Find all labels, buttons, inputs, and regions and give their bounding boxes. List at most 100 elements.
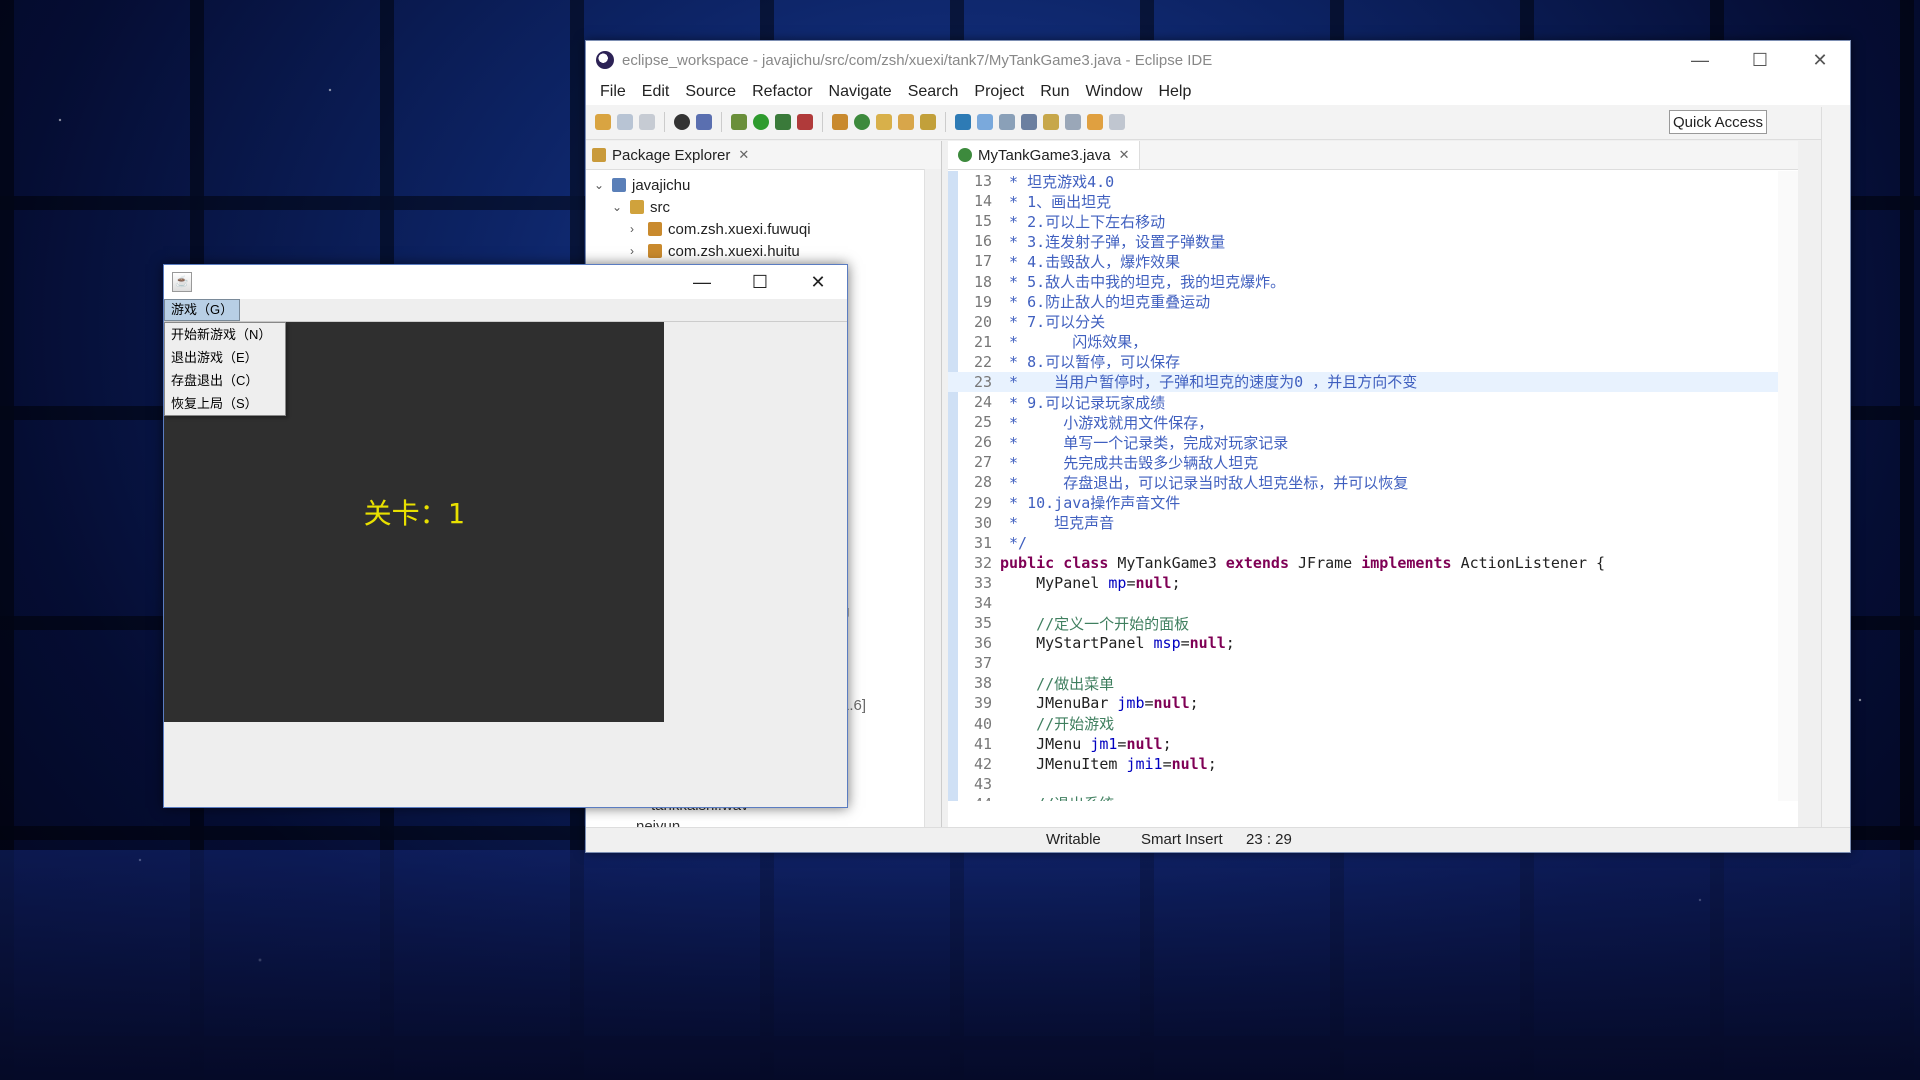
game-menu-item[interactable]: 恢复上局（S） (165, 392, 285, 415)
previous-annotation-icon[interactable] (1043, 114, 1059, 130)
code-line: 24 * 9.可以记录玩家成绩 (948, 392, 1778, 412)
minimize-button[interactable]: — (1670, 41, 1730, 79)
menu-file[interactable]: File (592, 83, 634, 101)
tank-game-window: ☕ — ☐ ✕ 游戏（G） 关卡：1 开始新游戏（N） 退出游戏（E） 存盘退出（C… (163, 264, 848, 808)
search-icon[interactable] (920, 114, 936, 130)
tree-item-label: javajichu (632, 176, 691, 194)
game-menu-item[interactable]: 退出游戏（E） (165, 346, 285, 369)
line-number: 30 (973, 513, 992, 532)
forward-icon[interactable] (1109, 114, 1125, 130)
code-line: 36 MyStartPanel msp = null; (948, 633, 1778, 653)
menu-navigate[interactable]: Navigate (821, 83, 900, 101)
expand-arrow-icon[interactable]: › (630, 222, 644, 236)
code-token: * 9.可以记录玩家成绩 (1000, 393, 1166, 412)
package-explorer-icon (592, 148, 606, 162)
tree-item[interactable]: › com.zsh.xuexi.huitu (586, 240, 941, 262)
editor-horizontal-scrollbar[interactable] (968, 809, 1778, 823)
code-line: 20 * 7.可以分关 (948, 312, 1778, 332)
code-token: * 10.java操作声音文件 (1000, 494, 1181, 513)
code-line: 40 //开始游戏 (948, 714, 1778, 734)
code-line: 28 * 存盘退出，可以记录当时敌人坦克坐标，并可以恢复 (948, 472, 1778, 492)
show-whitespace-icon[interactable] (999, 114, 1015, 130)
package-explorer-scrollbar[interactable] (924, 169, 941, 831)
line-number: 23 (973, 372, 992, 391)
open-task-icon[interactable] (898, 114, 914, 130)
tree-item[interactable]: ⌄ javajichu (586, 174, 941, 196)
code-token: * 存盘退出，可以记录当时敌人坦克坐标，并可以恢复 (1000, 473, 1409, 492)
code-line: 19 * 6.防止敌人的坦克重叠运动 (948, 292, 1778, 312)
menu-source[interactable]: Source (677, 83, 744, 101)
code-line: 27 * 先完成共击毁多少辆敌人坦克 (948, 452, 1778, 472)
new-icon[interactable] (595, 114, 611, 130)
next-annotation-icon[interactable] (1021, 114, 1037, 130)
game-close-button[interactable]: ✕ (789, 265, 847, 299)
code-line: 44 //退出系统 (948, 794, 1778, 801)
tree-item[interactable]: › com.zsh.xuexi.fuwuqi (586, 218, 941, 240)
maximize-button[interactable]: ☐ (1730, 41, 1790, 79)
collapse-arrow-icon[interactable]: ⌄ (594, 178, 608, 192)
line-number: 28 (973, 473, 992, 492)
back-icon[interactable] (1087, 114, 1103, 130)
quick-access-field[interactable]: Quick Access (1669, 110, 1767, 134)
code-token: null (1171, 754, 1208, 773)
close-button[interactable]: ✕ (1790, 41, 1850, 79)
toolbar-separator (664, 112, 665, 132)
editor-tab-bar: MyTankGame3.java ✕ (948, 141, 1798, 170)
code-token: mp (1108, 573, 1127, 592)
open-type-icon[interactable] (876, 114, 892, 130)
code-token: */ (1000, 533, 1028, 552)
run-icon[interactable] (753, 114, 769, 130)
menu-help[interactable]: Help (1150, 83, 1199, 101)
tree-item[interactable]: ⌄ src (586, 196, 941, 218)
code-line: 38 //做出菜单 (948, 673, 1778, 693)
new-java-package-icon[interactable] (832, 114, 848, 130)
coverage-icon[interactable] (775, 114, 791, 130)
game-maximize-button[interactable]: ☐ (731, 265, 789, 299)
new-java-class-icon[interactable] (854, 114, 870, 130)
profile-icon[interactable] (674, 114, 690, 130)
code-token: null (1189, 634, 1226, 653)
menu-refactor[interactable]: Refactor (744, 83, 820, 101)
code-token: * 当用户暂停时，子弹和坦克的速度为0 ，并且方向不变 (1000, 373, 1418, 392)
menu-search[interactable]: Search (900, 83, 967, 101)
code-token: * 小游戏就用文件保存， (1000, 413, 1214, 432)
save-all-icon[interactable] (639, 114, 655, 130)
line-number: 37 (973, 654, 992, 673)
line-number: 14 (973, 192, 992, 211)
code-line: 34 (948, 593, 1778, 613)
game-minimize-button[interactable]: — (673, 265, 731, 299)
code-token: = (1126, 573, 1136, 592)
game-menu-item[interactable]: 存盘退出（C） (165, 369, 285, 392)
menu-run[interactable]: Run (1032, 83, 1077, 101)
last-edit-icon[interactable] (1065, 114, 1081, 130)
code-line: 37 (948, 653, 1778, 673)
close-tab-icon[interactable]: ✕ (738, 147, 749, 163)
package-explorer-tab[interactable]: Package Explorer ✕ (586, 141, 941, 170)
line-number: 13 (973, 172, 992, 191)
line-number: 19 (973, 292, 992, 311)
code-area[interactable]: 13 * 坦克游戏4.0 14 * 1、画出坦克 15 * 2.可以上下左右移动 16… (948, 171, 1778, 801)
code-line: 15 * 2.可以上下左右移动 (948, 211, 1778, 231)
menu-window[interactable]: Window (1078, 83, 1151, 101)
close-tab-icon[interactable]: ✕ (1119, 147, 1130, 163)
save-icon[interactable] (617, 114, 633, 130)
skip-breakpoints-icon[interactable] (696, 114, 712, 130)
editor-tab-mytankgame3[interactable]: MyTankGame3.java ✕ (948, 141, 1141, 169)
code-line: 17 * 4.击毁敌人，爆炸效果 (948, 251, 1778, 271)
collapse-arrow-icon[interactable]: ⌄ (612, 200, 626, 214)
line-number: 22 (973, 352, 992, 371)
game-menu-item[interactable]: 开始新游戏（N） (165, 323, 285, 346)
editor-scrollbar[interactable] (1778, 171, 1798, 801)
expand-arrow-icon[interactable]: › (630, 244, 644, 258)
debug-icon[interactable] (731, 114, 747, 130)
menu-project[interactable]: Project (966, 83, 1032, 101)
code-line: 14 * 1、画出坦克 (948, 191, 1778, 211)
line-number: 20 (973, 312, 992, 331)
menu-edit[interactable]: Edit (634, 83, 678, 101)
toggle-mark-occurrences-icon[interactable] (955, 114, 971, 130)
code-line: 41 JMenu jm1 = null; (948, 734, 1778, 754)
game-menu[interactable]: 游戏（G） (164, 299, 241, 321)
writable-status: Writable (1046, 831, 1101, 848)
block-selection-icon[interactable] (977, 114, 993, 130)
external-tools-icon[interactable] (797, 114, 813, 130)
